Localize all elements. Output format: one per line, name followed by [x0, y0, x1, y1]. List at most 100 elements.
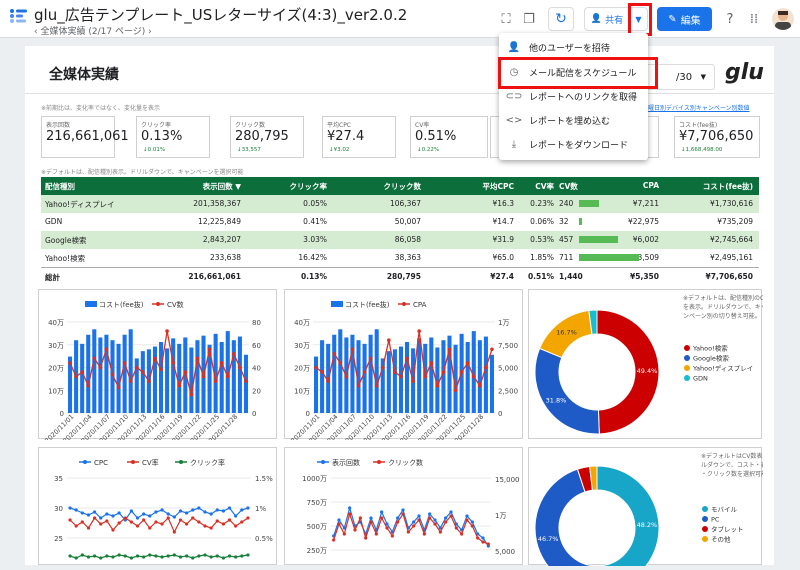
chart-cost-cv[interactable]: コスト(fee抜) CV数 40万 30万 20万 10万 0 80 60 40 20 0 2020/1…: [38, 289, 277, 445]
share-button[interactable]: 👤 共有: [584, 7, 630, 31]
menu-item-download[interactable]: ⤓ レポートをダウンロード: [499, 132, 648, 156]
table-row[interactable]: Yahoo!検索 233,638 16.42% 38,363 ¥65.0 1.85% 711…: [41, 249, 759, 267]
line-point: [428, 512, 432, 516]
table-row[interactable]: Yahoo!ディスプレイ 201,358,367 0.05% 106,367 ¥16.3…: [41, 195, 759, 213]
table-row[interactable]: Google検索 2,843,207 3.03% 86,058 ¥31.9 0.53% 45…: [41, 231, 759, 249]
line-point: [147, 379, 151, 383]
line-point: [484, 365, 488, 370]
line-point: [470, 524, 474, 528]
y-tick-label: 20万: [48, 365, 64, 373]
bar: [429, 337, 434, 413]
line-point: [166, 512, 170, 516]
link-device-campaign[interactable]: 曜日別デバイス別キャンペーン別数値: [648, 103, 750, 112]
line-point: [111, 528, 115, 532]
bar: [219, 342, 224, 413]
bar: [483, 336, 488, 413]
table-cell: 12,225,849: [198, 217, 241, 226]
cv-bar: [579, 200, 600, 207]
refresh-button[interactable]: ↻: [548, 7, 574, 31]
edit-button[interactable]: ✎ 編集: [657, 7, 712, 31]
line-point: [105, 519, 109, 523]
line-point: [314, 365, 318, 370]
line-point: [213, 379, 218, 383]
chart-cv-donut[interactable]: 49.4% 31.8% 16.7% Yahoo!検索 Google検索 Yahoo!ディス…: [528, 289, 774, 439]
copy-icon[interactable]: ❐: [520, 10, 538, 28]
kpi-label: クリック率: [141, 122, 172, 129]
bar: [171, 338, 176, 413]
legend-label: モバイル: [711, 506, 738, 514]
line-point: [337, 518, 341, 522]
cv-bar: [579, 236, 618, 243]
slice-label: 49.4%: [637, 367, 658, 375]
line-point: [221, 522, 225, 526]
line-point: [406, 530, 410, 534]
legend-swatch: [684, 345, 690, 351]
col-header[interactable]: CPA: [643, 181, 659, 190]
table-cell: 2,843,207: [202, 235, 241, 244]
line-point: [203, 510, 207, 514]
line-point: [380, 365, 385, 370]
line-point: [74, 556, 78, 560]
table-cell: 711: [559, 253, 574, 262]
pie-slice[interactable]: [596, 465, 660, 570]
report-title[interactable]: glu_広告テンプレート_USレターサイズ(4:3)_ver2.0.2: [34, 4, 407, 25]
line-point: [470, 520, 474, 524]
line-point: [221, 509, 225, 513]
apps-icon[interactable]: ⁞⁞: [745, 10, 763, 28]
fullscreen-icon[interactable]: ⛶: [497, 10, 515, 28]
line-point: [197, 506, 201, 510]
menu-item-invite[interactable]: 👤 他のユーザーを招待: [499, 35, 648, 59]
col-header[interactable]: クリック数: [384, 181, 422, 192]
col-header[interactable]: コスト(fee抜): [703, 181, 753, 192]
line-point: [246, 516, 250, 520]
line-point: [412, 524, 416, 528]
pie-slice[interactable]: [534, 347, 600, 435]
bar: [237, 336, 242, 413]
col-header[interactable]: CV率: [535, 181, 554, 192]
line-point: [215, 554, 219, 558]
line-point: [148, 514, 152, 518]
chart-cpc-cvr-ctr[interactable]: CPC CV率 クリック率 35 30 25 1.5% 1% 0.5%: [38, 447, 277, 565]
breadcrumb[interactable]: ‹ 全媒体実績 (2/17 ページ) ›: [34, 24, 152, 37]
line-point: [86, 513, 91, 517]
line-point: [225, 374, 230, 379]
legend-swatch: [702, 516, 708, 522]
col-header[interactable]: 配信種別: [45, 181, 75, 192]
line-point: [438, 530, 442, 534]
chevron-left-icon[interactable]: ‹: [34, 27, 38, 37]
table-cell: 280,795: [386, 272, 421, 281]
table-cell: ¥5,350: [630, 272, 659, 281]
line-point: [244, 379, 248, 383]
line-point: [99, 556, 103, 560]
line-point: [444, 520, 448, 524]
menu-item-embed[interactable]: <> レポートを埋め込む: [499, 108, 648, 132]
line-point: [348, 512, 352, 516]
y-tick-label: 10万: [294, 387, 310, 395]
table-cell: ¥7,706,650: [705, 272, 753, 281]
avatar[interactable]: [772, 8, 794, 30]
col-header[interactable]: クリック率: [290, 181, 328, 192]
line-point: [465, 518, 469, 522]
y-tick-label: 1000万: [302, 475, 327, 483]
line-point: [117, 553, 121, 557]
chevron-right-icon[interactable]: ›: [148, 27, 152, 37]
table-cell: ¥27.4: [490, 272, 514, 281]
line-point: [209, 526, 213, 530]
col-header[interactable]: CV数: [559, 181, 578, 192]
chart-cost-cpa[interactable]: コスト(fee抜) CPA 40万 30万 20万 10万 0 1万 7,500 5,000 2,5…: [284, 289, 523, 445]
line-point: [219, 361, 224, 365]
bar: [104, 334, 109, 413]
y2-tick-label: 1万: [498, 319, 509, 327]
col-header[interactable]: 表示回数 ▼: [203, 181, 241, 192]
y2-tick-label: 7,500: [498, 342, 518, 350]
help-icon[interactable]: ?: [721, 10, 739, 28]
y2-tick-label: 0: [252, 410, 256, 418]
table-row[interactable]: GDN 12,225,849 0.41% 50,007 ¥14.7 0.06% 32 ¥22,…: [41, 213, 759, 231]
line-point: [369, 520, 373, 524]
cv-bar: [579, 254, 639, 261]
col-header[interactable]: 平均CPC: [482, 181, 514, 192]
chart-cpc-cvr-ctr-svg: CPC CV率 クリック率 35 30 25 1.5% 1% 0.5%: [54, 458, 273, 560]
chart-device-donut[interactable]: 48.2% 46.7% モバイル PCタブレットその他 ※デフォルトはCV数表示。ドリル…: [528, 447, 786, 570]
chart-impressions-clicks[interactable]: 表示回数 クリック数 1000万 750万 500万 250万 15,000 1万 5,000: [284, 447, 523, 565]
line-point: [238, 365, 242, 370]
